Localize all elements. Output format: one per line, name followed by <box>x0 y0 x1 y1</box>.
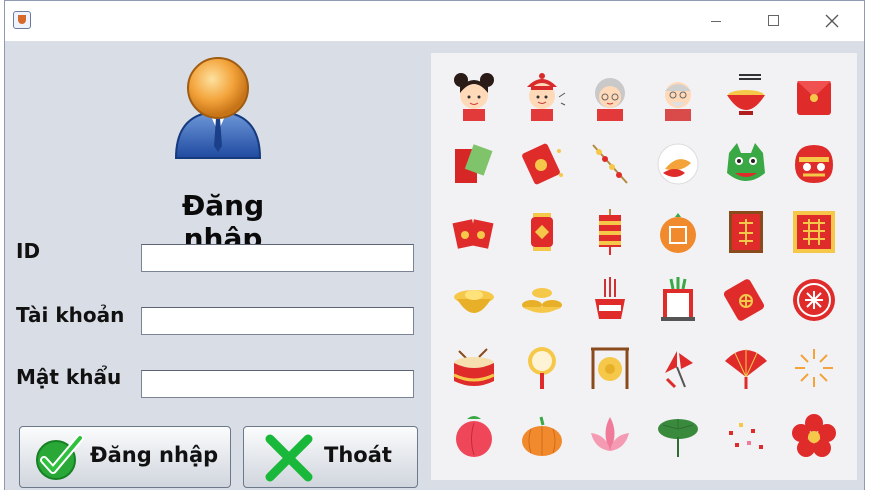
login-window: Đăng nhập ID Tài khoản Mật khẩu Đăng nhậ… <box>4 0 865 490</box>
login-button-label: Đăng nhập <box>90 443 219 467</box>
plum-blossom-icon[interactable] <box>789 411 839 461</box>
gold-ingots-pile-icon[interactable] <box>517 275 567 325</box>
gong-icon[interactable] <box>585 343 635 393</box>
lotus-leaf-icon[interactable] <box>653 411 703 461</box>
close-icon <box>825 14 839 28</box>
java-app-icon <box>13 11 31 29</box>
drum-icon[interactable] <box>449 343 499 393</box>
double-happiness-icon[interactable] <box>789 207 839 257</box>
user-avatar-icon <box>174 57 262 159</box>
grandma-sticker-icon[interactable] <box>585 71 635 121</box>
pumpkin-icon[interactable] <box>517 411 567 461</box>
noodle-bowl-icon[interactable] <box>721 71 771 121</box>
incense-pot-icon[interactable] <box>585 275 635 325</box>
account-input[interactable] <box>141 307 414 335</box>
check-icon <box>36 434 84 480</box>
red-packet-icon[interactable] <box>517 139 567 189</box>
hand-mirror-icon[interactable] <box>517 343 567 393</box>
envelopes-icon[interactable] <box>449 207 499 257</box>
main-content: Đăng nhập ID Tài khoản Mật khẩu Đăng nhậ… <box>5 41 864 490</box>
koi-fish-icon[interactable] <box>653 139 703 189</box>
sparkle-burst-icon[interactable] <box>789 343 839 393</box>
password-label: Mật khẩu <box>16 365 122 389</box>
orange-fortune-icon[interactable] <box>653 207 703 257</box>
title-bar <box>5 1 864 41</box>
offering-frame-icon[interactable] <box>653 275 703 325</box>
red-envelope-icon[interactable] <box>789 71 839 121</box>
confetti-icon[interactable] <box>721 411 771 461</box>
lantern-icon[interactable] <box>517 207 567 257</box>
hanging-lantern-icon[interactable] <box>585 207 635 257</box>
exit-button[interactable]: Thoát <box>243 426 418 488</box>
minimize-button[interactable] <box>706 11 726 31</box>
grandpa-sticker-icon[interactable] <box>653 71 703 121</box>
girl-sticker-icon[interactable] <box>449 71 499 121</box>
lotus-icon[interactable] <box>585 411 635 461</box>
peach-icon[interactable] <box>449 411 499 461</box>
lucky-money-icon[interactable] <box>449 139 499 189</box>
phuc-scroll-icon[interactable] <box>721 207 771 257</box>
gold-ingot-icon[interactable] <box>449 275 499 325</box>
id-input[interactable] <box>141 244 414 272</box>
firecracker-icon[interactable] <box>585 139 635 189</box>
close-button[interactable] <box>822 11 842 31</box>
account-label: Tài khoản <box>16 303 125 327</box>
password-input[interactable] <box>141 370 414 398</box>
x-mark-icon <box>265 434 313 482</box>
maximize-button[interactable] <box>764 11 784 31</box>
exit-button-label: Thoát <box>324 443 392 467</box>
red-fan-icon[interactable] <box>721 343 771 393</box>
sticker-panel <box>431 53 857 480</box>
boy-sticker-icon[interactable] <box>517 71 567 121</box>
red-tag-knot-icon[interactable] <box>721 275 771 325</box>
lion-dance-icon[interactable] <box>789 139 839 189</box>
fan-fireworks-icon[interactable] <box>653 343 703 393</box>
login-button[interactable]: Đăng nhập <box>19 426 231 488</box>
dragon-head-icon[interactable] <box>721 139 771 189</box>
round-medallion-icon[interactable] <box>789 275 839 325</box>
id-label: ID <box>16 239 41 263</box>
